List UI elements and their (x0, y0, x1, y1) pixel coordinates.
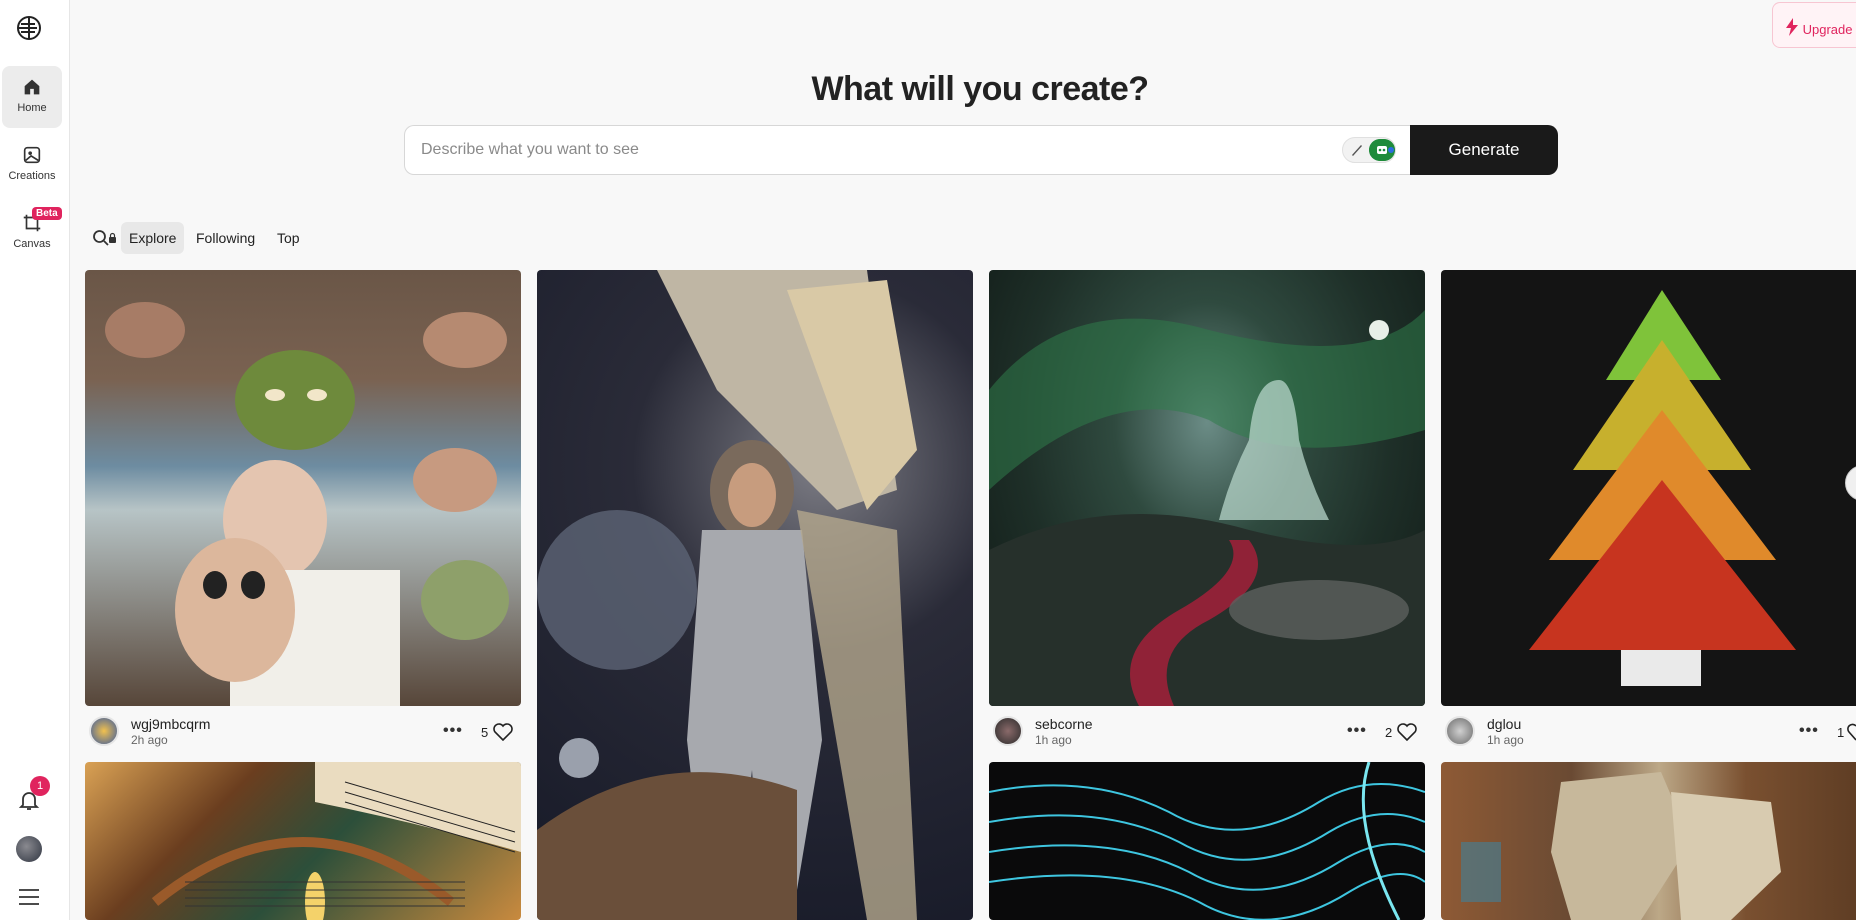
brush-icon[interactable] (1349, 142, 1365, 158)
image-icon (23, 146, 41, 164)
upgrade-button[interactable]: Upgrade (1772, 2, 1856, 48)
generate-button[interactable]: Generate (1410, 125, 1558, 175)
sidebar: Home Creations Canvas Beta 1 (0, 0, 70, 920)
feed-image[interactable] (85, 762, 521, 920)
avatar[interactable] (993, 716, 1023, 746)
prompt-input[interactable] (404, 125, 1410, 175)
prompt-tools[interactable] (1342, 137, 1396, 163)
prompt-bar: Generate (404, 125, 1558, 175)
sidebar-item-creations[interactable]: Creations (2, 134, 62, 196)
more-icon[interactable]: ••• (1347, 722, 1367, 740)
avatar[interactable] (16, 836, 42, 862)
artwork-image (989, 310, 1425, 706)
artwork-image (105, 302, 509, 706)
avatar[interactable] (89, 716, 119, 746)
like-count: 2 (1385, 725, 1393, 740)
more-icon[interactable]: ••• (1799, 722, 1819, 740)
username[interactable]: wgj9mbcqrm (131, 716, 210, 732)
sidebar-item-label: Canvas (13, 238, 51, 250)
menu-icon[interactable] (17, 887, 41, 907)
bolt-icon (1785, 18, 1799, 39)
heart-icon[interactable] (1397, 723, 1417, 741)
notification-badge: 1 (30, 776, 50, 796)
card-meta: sebcorne 1h ago ••• 2 (993, 710, 1425, 748)
timestamp: 1h ago (1035, 733, 1072, 747)
upgrade-label: Upgrade (1802, 22, 1853, 37)
beta-badge: Beta (32, 207, 62, 220)
artwork-image (1529, 290, 1796, 686)
sidebar-item-label: Creations (8, 170, 56, 182)
username[interactable]: sebcorne (1035, 716, 1093, 732)
heart-icon[interactable] (1847, 723, 1856, 741)
timestamp: 2h ago (131, 733, 168, 747)
timestamp: 1h ago (1487, 733, 1524, 747)
artwork-image (989, 762, 1425, 920)
feed-image[interactable] (989, 270, 1425, 706)
avatar[interactable] (1445, 716, 1475, 746)
artwork-image (537, 270, 917, 920)
tab-following[interactable]: Following (188, 222, 263, 254)
like-count: 5 (481, 725, 489, 740)
feed-image[interactable] (85, 270, 521, 706)
page-title: What will you create? (811, 70, 1149, 108)
artwork-image (1461, 772, 1781, 920)
feed-image[interactable] (1441, 270, 1856, 706)
artwork-image (151, 762, 521, 920)
feed-image[interactable] (537, 270, 973, 920)
tab-explore[interactable]: Explore (121, 222, 185, 254)
more-icon[interactable]: ••• (443, 722, 463, 740)
logo-icon[interactable] (13, 12, 45, 44)
lock-icon (109, 232, 116, 243)
tab-top[interactable]: Top (269, 222, 308, 254)
card-meta: wgj9mbcqrm 2h ago ••• 5 (89, 710, 521, 748)
like-count: 1 (1837, 725, 1845, 740)
username[interactable]: dglou (1487, 716, 1521, 732)
robot-icon[interactable] (1369, 139, 1395, 161)
card-meta: dglou 1h ago ••• 1 (1445, 710, 1856, 748)
feed-image[interactable] (989, 762, 1425, 920)
heart-icon[interactable] (493, 723, 513, 741)
feed-image[interactable] (1441, 762, 1856, 920)
